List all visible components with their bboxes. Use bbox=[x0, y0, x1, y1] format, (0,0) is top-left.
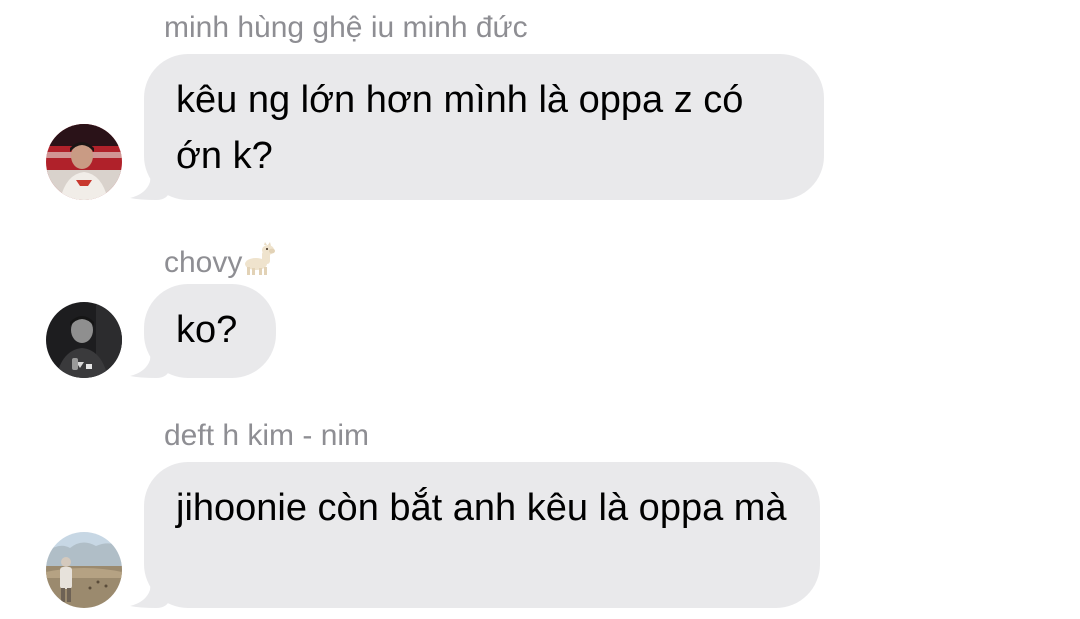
sender-name: minh hùng ghệ iu minh đức bbox=[164, 11, 528, 44]
sender-name: deft h kim - nim bbox=[164, 419, 370, 452]
message-text: jihoonie còn bắt anh kêu là oppa mà bbox=[144, 462, 820, 608]
message-bubble-3[interactable]: jihoonie còn bắt anh kêu là oppa mà bbox=[130, 462, 824, 608]
dark-portrait-avatar-icon[interactable] bbox=[46, 302, 122, 378]
message-text: ko? bbox=[144, 284, 276, 378]
message-bubble-1[interactable]: kêu ng lớn hơn mình là oppa z có ớn k? bbox=[130, 54, 830, 200]
message-bubble-2[interactable]: ko? bbox=[130, 284, 280, 378]
red-stage-avatar-icon[interactable] bbox=[46, 124, 122, 200]
landscape-avatar-icon[interactable] bbox=[46, 532, 122, 608]
message-text: kêu ng lớn hơn mình là oppa z có ớn k? bbox=[144, 54, 824, 200]
sender-name: chovy bbox=[164, 246, 243, 279]
sender-name-row: chovy bbox=[164, 242, 276, 285]
llama-emoji-icon bbox=[244, 242, 276, 285]
